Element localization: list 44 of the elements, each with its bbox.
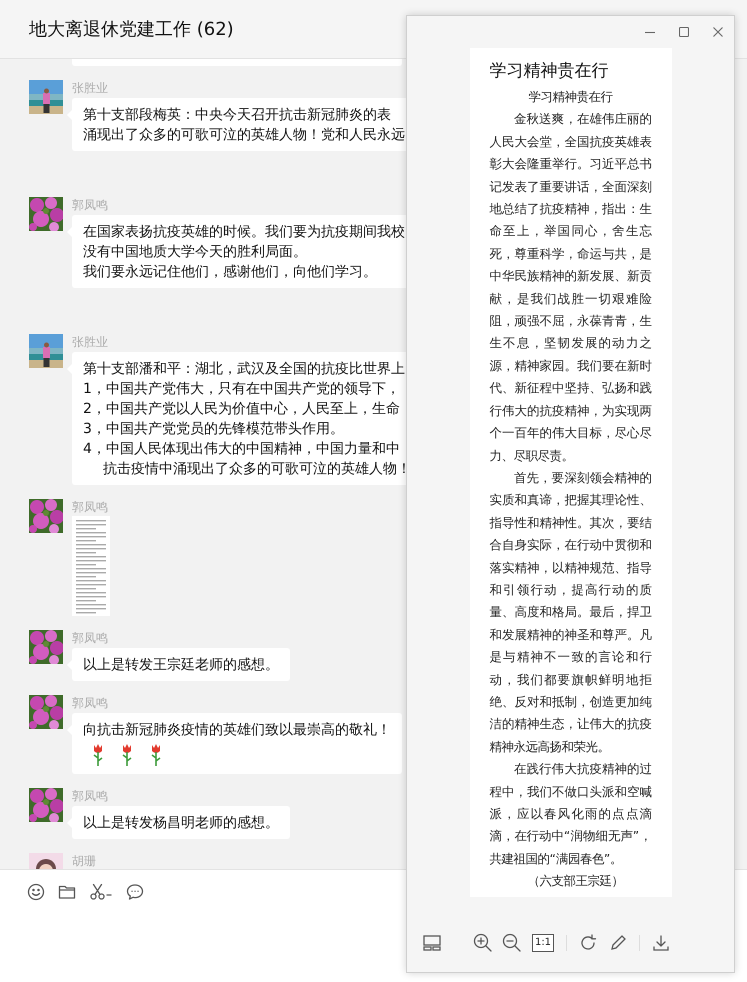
message-text: 1，中国共产党伟大，只有在中国共产党的领导下， (83, 380, 401, 399)
message-text: 向抗击新冠肺炎疫情的英雄们致以最崇高的敬礼！ (83, 721, 391, 740)
rose-icon (91, 743, 105, 767)
message-text: 在国家表扬抗疫英雄的时候。我们要为抗疫期间我校 (83, 223, 405, 242)
zoom-out-button[interactable] (502, 933, 522, 953)
message-text: 没有中国地质大学今天的胜利局面。 (83, 243, 308, 262)
maximize-icon[interactable] (679, 27, 689, 37)
close-icon[interactable] (713, 27, 723, 37)
rose-icon (149, 743, 163, 767)
message-text: 以上是转发王宗廷老师的感想。 (83, 656, 279, 675)
emoji-icon[interactable] (27, 883, 45, 901)
sender-name: 郭凤鸣 (72, 198, 109, 212)
document-title: 学习精神贵在行 (490, 60, 610, 83)
document-subtitle: 学习精神贵在行 (528, 89, 614, 106)
zoom-in-button[interactable] (473, 933, 493, 953)
download-button[interactable] (652, 933, 670, 953)
sender-name: 郭凤鸣 (72, 631, 109, 645)
message-text: 第十支部潘和平：湖北，武汉及全国的抗疫比世界上 (83, 360, 406, 379)
document-paragraph: 金秋送爽，在雄伟庄丽的人民大会堂，全国抗疫英雄表彰大会隆重举行。习近平总书记发表了重要讲话，全面深刻地总结了抗疫精神，指出：生命至上，举国同心，舍生忘死，尊重科学，命运与共，是中华民族精神的新发展、新贡献，是我们战胜一切艰难险阻，顽强不屈，永葆青青，生生不息，坚韧发展的动力之源，精神家园。我们要在新时代、新征程中坚持、弘扬和践行伟大的抗疫精神，为实现两个一百年的伟大目标，尽心尽力、尽职尽责。 (490, 111, 652, 464)
sender-name: 郭凤鸣 (72, 789, 109, 803)
sender-name: 郭凤鸣 (72, 696, 109, 710)
sender-name: 胡珊 (72, 854, 96, 868)
sender-name: 郭凤鸣 (72, 500, 109, 514)
chat-bubble-icon[interactable] (126, 883, 144, 901)
rose-icon (120, 743, 134, 767)
thumbnails-button[interactable] (423, 933, 441, 953)
message-text: 3，中国共产党党员的先锋模范带头作用。 (83, 420, 345, 439)
sender-name: 张胜业 (72, 81, 109, 95)
actual-size-button[interactable]: 1:1 (532, 934, 554, 952)
message-text: 我们要永远记住他们，感谢他们，向他们学习。 (83, 263, 378, 282)
document-paragraph: 在践行伟大抗疫精神的过程中，我们不做口头派和空喊派，应以春风化雨的点点滴滴，在行动中“润物细无声”，共建祖国的“满园春色”。 (490, 761, 652, 868)
document-paragraph: 首先，要深刻领会精神的实质和真谛，把握其理论性、指导性和精神性。其次，要结合自身实际，在行动中贯彻和落实精神，以精神规范、指导和引领行动，提高行动的质量、高度和格局。最后，捍卫和发展精神的神圣和尊严。凡是与精神不一致的言论和行动，我们都要旗帜鲜明地拒绝、反对和抵制，创造更加纯洁的精神生态，让伟大的抗疫精神永远高扬和荣光。 (490, 470, 652, 756)
message-text: 以上是转发杨昌明老师的感想。 (83, 814, 279, 833)
message-text: 第十支部段梅英：中央今天召开抗击新冠肺炎的表 (83, 106, 392, 125)
document-signature: （六支部王宗廷） (526, 873, 624, 890)
pencil-icon[interactable] (609, 933, 627, 953)
scissors-icon[interactable] (89, 883, 113, 901)
message-text: 涌现出了众多的可歌可泣的英雄人物！党和人民永远 (83, 126, 405, 145)
chat-title: 地大离退休党建工作 (62) (29, 18, 234, 41)
folder-icon[interactable] (58, 883, 76, 901)
message-text: 抗击疫情中涌现出了众多的可歌可泣的英雄人物！ (102, 460, 411, 479)
sender-name: 张胜业 (72, 335, 109, 349)
message-text: 2，中国共产党以人民为价值中心，人民至上，生命 (83, 400, 401, 419)
message-text: 4，中国人民体现出伟大的中国精神，中国力量和中 (83, 440, 401, 459)
